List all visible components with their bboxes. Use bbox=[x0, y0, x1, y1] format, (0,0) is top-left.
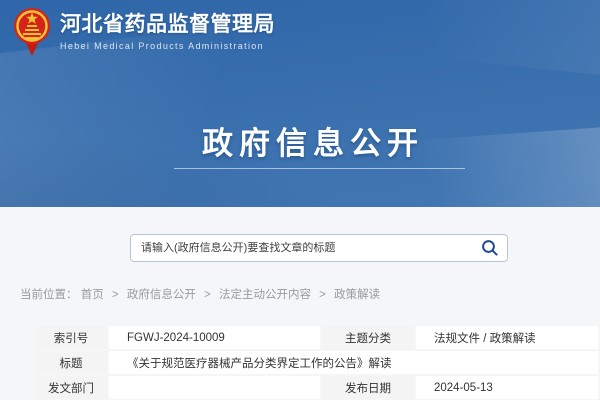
breadcrumb-separator: > bbox=[112, 289, 119, 301]
header-banner: 河北省药品监督管理局 Hebei Medical Products Admini… bbox=[0, 0, 600, 207]
field-value-title: 《关于规范医疗器械产品分类界定工作的公告》解读 bbox=[109, 351, 598, 374]
search-box bbox=[130, 234, 508, 262]
table-row: 标题 《关于规范医疗器械产品分类界定工作的公告》解读 bbox=[35, 351, 598, 374]
field-label-publish-date: 发布日期 bbox=[322, 376, 414, 399]
field-value-publish-date: 2024-05-13 bbox=[416, 376, 598, 399]
banner-wave-decoration bbox=[245, 0, 600, 82]
field-label-title: 标题 bbox=[35, 351, 107, 374]
document-info-table: 索引号 FGWJ-2024-10009 主题分类 法规文件 / 政策解读 标题 … bbox=[33, 324, 600, 400]
site-title-block: 河北省药品监督管理局 Hebei Medical Products Admini… bbox=[60, 7, 275, 51]
banner-underline bbox=[174, 168, 465, 169]
org-name-cn: 河北省药品监督管理局 bbox=[60, 13, 275, 36]
breadcrumb-separator: > bbox=[319, 289, 326, 301]
breadcrumb-item-policy-interpretation[interactable]: 政策解读 bbox=[334, 289, 380, 301]
breadcrumb-separator: > bbox=[204, 289, 211, 301]
china-national-emblem-icon bbox=[13, 7, 51, 57]
breadcrumb-item-home[interactable]: 首页 bbox=[81, 289, 104, 301]
breadcrumb-item-statutory-disclosure[interactable]: 法定主动公开内容 bbox=[219, 289, 311, 301]
org-name-en: Hebei Medical Products Administration bbox=[60, 41, 275, 51]
field-label-issuing-department: 发文部门 bbox=[35, 376, 107, 399]
search-input[interactable] bbox=[141, 242, 481, 254]
search-button[interactable] bbox=[481, 239, 499, 257]
banner-title: 政府信息公开 bbox=[202, 118, 424, 163]
breadcrumb-label: 当前位置： bbox=[20, 289, 78, 301]
field-label-topic-category: 主题分类 bbox=[322, 326, 414, 349]
page: 河北省药品监督管理局 Hebei Medical Products Admini… bbox=[0, 0, 600, 400]
field-label-index-number: 索引号 bbox=[35, 326, 107, 349]
field-value-issuing-department bbox=[109, 376, 320, 399]
magnifier-search-icon bbox=[481, 239, 499, 257]
site-logo-link[interactable]: 河北省药品监督管理局 Hebei Medical Products Admini… bbox=[13, 7, 275, 57]
field-value-topic-category: 法规文件 / 政策解读 bbox=[416, 326, 598, 349]
field-value-index-number: FGWJ-2024-10009 bbox=[109, 326, 320, 349]
table-row: 发文部门 发布日期 2024-05-13 bbox=[35, 376, 598, 399]
breadcrumb-item-gov-info[interactable]: 政府信息公开 bbox=[127, 289, 196, 301]
breadcrumb: 当前位置： 首页 > 政府信息公开 > 法定主动公开内容 > 政策解读 bbox=[20, 286, 380, 302]
table-row: 索引号 FGWJ-2024-10009 主题分类 法规文件 / 政策解读 bbox=[35, 326, 598, 349]
